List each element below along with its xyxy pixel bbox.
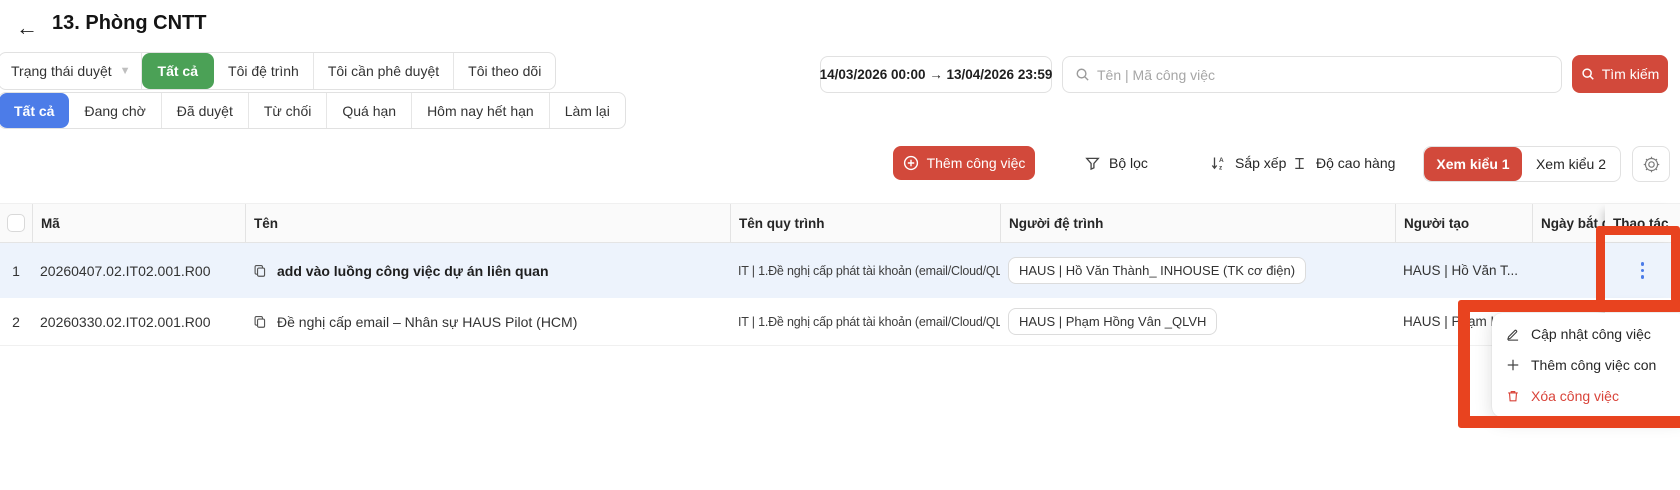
menu-item-label: Xóa công việc [1531,388,1619,404]
chevron-down-icon: ▼ [120,65,131,77]
column-header-ten[interactable]: Tên [245,204,730,242]
table-header-row: Mã Tên Tên quy trình Người đệ trình Ngườ… [0,203,1680,243]
submitter-tag: HAUS | Phạm Hồng Vân _QLVH [1008,308,1217,335]
state-tab-rejected[interactable]: Từ chối [249,93,328,128]
filter-label: Bộ lọc [1109,155,1148,171]
scope-tab-all[interactable]: Tất cả [142,53,214,89]
search-icon [1075,67,1090,82]
row-actions-button[interactable] [1635,256,1651,285]
search-button-label: Tìm kiếm [1602,66,1660,82]
page-title: 13. Phòng CNTT [52,12,206,35]
funnel-icon [1085,156,1100,171]
scope-tab-need-my-approval[interactable]: Tôi cần phê duyệt [314,53,454,89]
scope-tab-following[interactable]: Tôi theo dõi [454,53,555,89]
table-row[interactable]: 1 20260407.02.IT02.001.R00 add vào luồng… [0,243,1680,298]
task-name[interactable]: add vào luồng công việc dự án liên quan [277,263,549,279]
view-style-2-button[interactable]: Xem kiểu 2 [1522,147,1620,181]
add-task-label: Thêm công việc [927,155,1026,171]
menu-item-add-subtask[interactable]: Thêm công việc con [1492,350,1680,380]
state-tab-approved[interactable]: Đã duyệt [162,93,249,128]
scope-tab-submitted-by-me[interactable]: Tôi đệ trình [214,53,314,89]
column-header-nguoi-tao[interactable]: Người tạo [1395,204,1532,242]
copy-icon[interactable] [253,264,267,278]
view-style-1-button[interactable]: Xem kiểu 1 [1424,147,1522,181]
creator: HAUS | Hồ Văn T... [1395,243,1532,298]
sort-az-icon: A z [1210,155,1226,171]
state-tab-redo[interactable]: Làm lại [550,93,625,128]
search-button[interactable]: Tìm kiếm [1572,55,1668,93]
column-header-ma[interactable]: Mã [32,204,245,242]
filter-button[interactable]: Bộ lọc [1085,150,1148,176]
submitter-tag: HAUS | Hồ Văn Thành_ INHOUSE (TK cơ điện… [1008,257,1306,284]
column-header-nguoi-de-trinh[interactable]: Người đệ trình [1000,204,1395,242]
state-tab-overdue[interactable]: Quá hạn [327,93,412,128]
row-index: 1 [0,243,32,298]
select-all-checkbox[interactable] [7,214,25,232]
row-height-button[interactable]: Độ cao hàng [1292,150,1395,176]
task-code: 20260330.02.IT02.001.R00 [32,298,245,345]
column-header-thao-tac: Thao tác [1605,204,1680,242]
row-height-label: Độ cao hàng [1316,155,1395,171]
approval-filter-group: Trạng thái duyệt ▼ Tất cả Tôi đệ trình T… [0,52,556,90]
search-icon [1581,67,1595,81]
add-task-button[interactable]: Thêm công việc [893,146,1035,180]
column-header-ngay-bat-dau[interactable]: Ngày bắt đầu [1532,204,1605,242]
process-name: IT | 1.Đề nghị cấp phát tài khoản (email… [730,243,1000,298]
table-row[interactable]: 2 20260330.02.IT02.001.R00 Đề nghị cấp e… [0,298,1680,346]
back-button[interactable]: ← [12,13,42,43]
plus-circle-icon [903,155,919,171]
settings-button[interactable] [1632,146,1670,182]
menu-item-delete-task[interactable]: Xóa công việc [1492,381,1680,411]
trash-icon [1506,389,1520,403]
view-toggle-group: Xem kiểu 1 Xem kiểu 2 [1423,146,1621,182]
state-filter-group: Tất cả Đang chờ Đã duyệt Từ chối Quá hạn… [0,92,626,129]
task-code: 20260407.02.IT02.001.R00 [32,243,245,298]
state-tab-due-today[interactable]: Hôm nay hết hạn [412,93,550,128]
column-header-quy-trinh[interactable]: Tên quy trình [730,204,1000,242]
sort-button[interactable]: A z Sắp xếp [1210,150,1286,176]
copy-icon[interactable] [253,315,267,329]
status-dropdown-label: Trạng thái duyệt [11,63,112,79]
plus-icon [1506,358,1520,372]
row-index: 2 [0,298,32,345]
menu-item-update-task[interactable]: Cập nhật công việc [1492,319,1680,349]
menu-item-label: Thêm công việc con [1531,357,1656,373]
svg-text:z: z [1219,165,1223,172]
status-dropdown[interactable]: Trạng thái duyệt ▼ [0,53,142,89]
task-table: Mã Tên Tên quy trình Người đệ trình Ngườ… [0,203,1680,346]
state-tab-pending[interactable]: Đang chờ [69,93,161,128]
svg-text:A: A [1219,157,1224,164]
row-context-menu: Cập nhật công việc Thêm công việc con Xó… [1492,313,1680,417]
text-height-icon [1292,156,1307,171]
menu-item-label: Cập nhật công việc [1531,326,1651,342]
search-input[interactable] [1097,67,1549,83]
task-name[interactable]: Đề nghị cấp email – Nhân sự HAUS Pilot (… [277,314,577,330]
start-date [1532,243,1605,298]
sort-label: Sắp xếp [1235,155,1286,171]
date-range-picker[interactable]: 14/03/2026 00:00 → 13/04/2026 23:59 [820,56,1052,93]
pencil-icon [1506,327,1520,341]
gear-icon [1642,155,1661,174]
search-box[interactable] [1062,56,1562,93]
process-name: IT | 1.Đề nghị cấp phát tài khoản (email… [730,298,1000,345]
state-tab-all[interactable]: Tất cả [0,93,69,128]
